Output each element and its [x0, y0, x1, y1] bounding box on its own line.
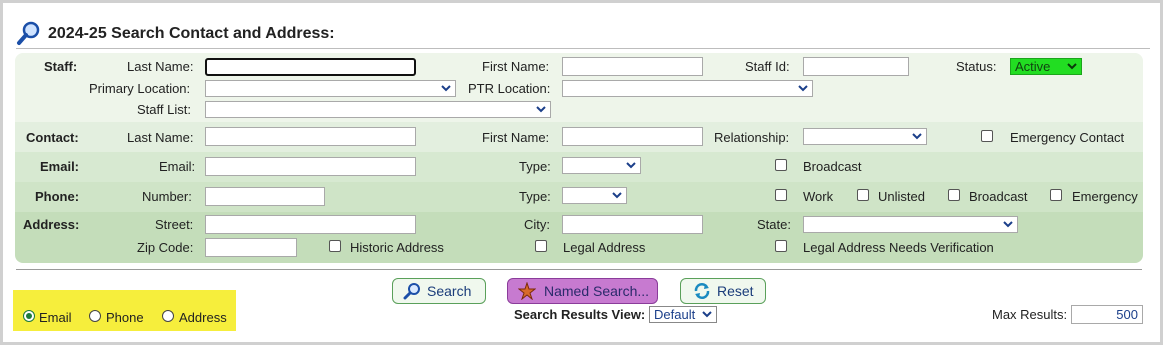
results-view-select[interactable]: Default [649, 306, 717, 323]
phone-type-select[interactable] [562, 187, 627, 204]
staff-id-input[interactable] [803, 57, 909, 76]
chevron-down-icon [536, 103, 546, 115]
title-divider [16, 48, 1150, 49]
results-view-value: Default [654, 307, 696, 322]
reset-button-label: Reset [717, 283, 754, 299]
staff-id-label: Staff Id: [745, 59, 790, 74]
legal-address-verification-label: Legal Address Needs Verification [803, 240, 994, 255]
zip-code-label: Zip Code: [137, 240, 194, 255]
ptr-location-label: PTR Location: [468, 81, 551, 96]
page-title: 2024-25 Search Contact and Address: [48, 25, 335, 42]
magnifier-icon [16, 20, 42, 49]
staff-last-name-label: Last Name: [127, 59, 194, 74]
search-icon [403, 282, 421, 300]
phone-type-label: Type: [519, 189, 551, 204]
emergency-contact-checkbox[interactable] [981, 130, 993, 142]
email-radio-label: Email [39, 310, 72, 325]
staff-first-name-input[interactable] [562, 57, 703, 76]
contact-last-name-input[interactable] [205, 127, 416, 146]
named-search-button-label: Named Search... [544, 283, 650, 299]
page-title-bar: 2024-25 Search Contact and Address: [16, 20, 335, 48]
phone-unlisted-label: Unlisted [878, 189, 925, 204]
chevron-down-icon [912, 130, 922, 142]
primary-location-select[interactable] [205, 80, 456, 97]
chevron-down-icon [702, 308, 712, 320]
phone-broadcast-label: Broadcast [969, 189, 1028, 204]
phone-emergency-checkbox[interactable] [1050, 189, 1062, 201]
email-radio[interactable] [23, 310, 35, 322]
search-button-label: Search [427, 283, 472, 299]
staff-first-name-label: First Name: [482, 59, 550, 74]
email-label: Email: [159, 159, 196, 174]
city-input[interactable] [562, 215, 703, 234]
search-type-radio-group: Email Phone Address [13, 290, 236, 331]
chevron-down-icon [798, 82, 808, 94]
max-results-label: Max Results: [992, 307, 1068, 322]
chevron-down-icon [626, 159, 636, 171]
email-broadcast-checkbox[interactable] [775, 159, 787, 171]
emergency-contact-label: Emergency Contact [1010, 130, 1125, 145]
email-section-label: Email: [40, 159, 80, 174]
phone-unlisted-checkbox[interactable] [857, 189, 869, 201]
legal-address-checkbox[interactable] [535, 240, 547, 252]
email-type-label: Type: [519, 159, 551, 174]
street-label: Street: [155, 217, 194, 232]
staff-list-select[interactable] [205, 101, 551, 118]
historic-address-label: Historic Address [350, 240, 444, 255]
contact-first-name-input[interactable] [562, 127, 703, 146]
legal-address-label: Legal Address [563, 240, 646, 255]
results-view-label: Search Results View: [514, 307, 646, 322]
phone-number-label: Number: [142, 189, 192, 204]
panel-divider [16, 269, 1142, 270]
state-label: State: [757, 217, 791, 232]
address-section-label: Address: [23, 217, 80, 232]
max-results-value: 500 [1116, 307, 1138, 322]
status-select[interactable]: Active [1010, 58, 1082, 75]
address-radio-label: Address [179, 310, 227, 325]
legal-address-verification-checkbox[interactable] [775, 240, 787, 252]
state-select[interactable] [803, 216, 1018, 233]
ptr-location-select[interactable] [562, 80, 813, 97]
email-input[interactable] [205, 157, 416, 176]
city-label: City: [524, 217, 550, 232]
star-search-icon [518, 282, 536, 300]
phone-number-input[interactable] [205, 187, 325, 206]
staff-last-name-input[interactable] [205, 58, 416, 76]
phone-radio[interactable] [89, 310, 101, 322]
max-results-input[interactable]: 500 [1071, 305, 1143, 324]
phone-broadcast-checkbox[interactable] [948, 189, 960, 201]
email-type-select[interactable] [562, 157, 641, 174]
status-value: Active [1015, 59, 1051, 74]
relationship-select[interactable] [803, 128, 927, 145]
refresh-icon [693, 282, 711, 300]
chevron-down-icon [1067, 60, 1077, 75]
named-search-button[interactable]: Named Search... [507, 278, 658, 304]
reset-button[interactable]: Reset [680, 278, 766, 304]
staff-list-label: Staff List: [137, 102, 191, 117]
street-input[interactable] [205, 215, 416, 234]
address-radio[interactable] [162, 310, 174, 322]
phone-radio-label: Phone [106, 310, 144, 325]
phone-section-label: Phone: [35, 189, 80, 204]
phone-emergency-label: Emergency [1072, 189, 1138, 204]
search-button[interactable]: Search [392, 278, 486, 304]
contact-section-label: Contact: [26, 130, 79, 145]
chevron-down-icon [1003, 218, 1013, 230]
staff-section-label: Staff: [44, 59, 78, 74]
phone-work-checkbox[interactable] [775, 189, 787, 201]
contact-first-name-label: First Name: [482, 130, 550, 145]
email-broadcast-label: Broadcast [803, 159, 862, 174]
phone-work-label: Work [803, 189, 834, 204]
chevron-down-icon [612, 189, 622, 201]
zip-code-input[interactable] [205, 238, 297, 257]
status-label: Status: [956, 59, 997, 74]
chevron-down-icon [441, 82, 451, 94]
primary-location-label: Primary Location: [89, 81, 191, 96]
historic-address-checkbox[interactable] [329, 240, 341, 252]
relationship-label: Relationship: [714, 130, 790, 145]
contact-last-name-label: Last Name: [127, 130, 194, 145]
